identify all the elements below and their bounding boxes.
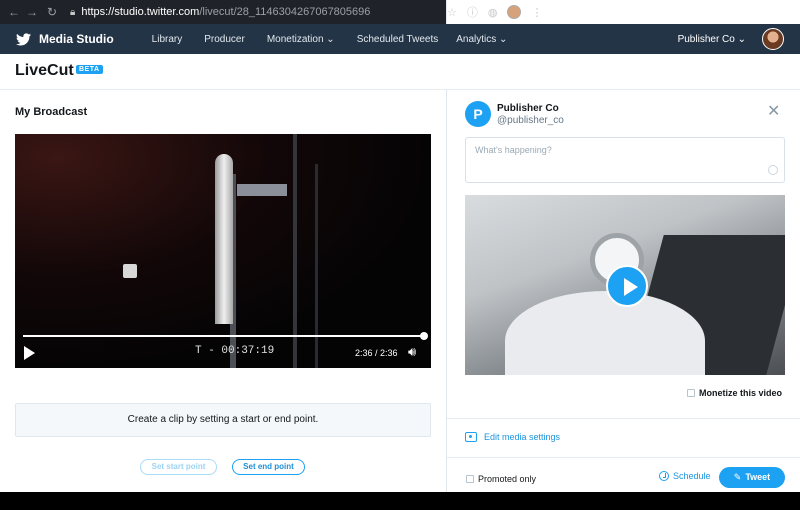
divider — [447, 418, 800, 419]
video-scrubber[interactable] — [23, 335, 425, 337]
edit-media-settings-link[interactable]: Edit media settings — [465, 432, 560, 442]
extension-icon[interactable]: ⓘ — [467, 4, 478, 20]
tweet-composer: P Publisher Co @publisher_co ✕ What's ha… — [446, 90, 800, 492]
address-bar[interactable]: https://studio.twitter.com/livecut/28_11… — [81, 6, 370, 18]
monetize-label: Monetize this video — [699, 388, 783, 398]
promoted-only-checkbox[interactable] — [466, 475, 474, 483]
publisher-name: Publisher Co — [497, 103, 559, 114]
media-preview[interactable] — [465, 195, 785, 375]
divider — [447, 457, 800, 458]
edit-media-label: Edit media settings — [484, 432, 561, 442]
scrubber-handle[interactable] — [420, 332, 428, 340]
nav-producer[interactable]: Producer — [204, 34, 245, 45]
profile-icon[interactable] — [507, 5, 522, 19]
launch-mast — [315, 164, 318, 368]
media-settings-icon — [465, 432, 477, 442]
url-path: /livecut/28_1146304267067805696 — [199, 6, 371, 18]
set-end-point-button[interactable]: Set end point — [232, 459, 305, 475]
close-icon[interactable]: ✕ — [767, 104, 780, 120]
promoted-only-row[interactable]: Promoted only — [466, 474, 536, 484]
twitter-bird-icon[interactable] — [16, 32, 31, 46]
tweet-button[interactable]: ✎ Tweet — [719, 467, 785, 488]
monetize-checkbox[interactable] — [687, 389, 695, 397]
lock-icon: 🔒︎ — [70, 6, 76, 18]
monetize-checkbox-row[interactable]: Monetize this video — [687, 388, 782, 398]
promoted-only-label: Promoted only — [478, 474, 537, 484]
clip-hint: Create a clip by setting a start or end … — [15, 403, 431, 437]
app-navbar: Media Studio Library Producer Monetizati… — [0, 24, 800, 54]
page-title: LiveCut — [15, 62, 74, 79]
launch-mast — [293, 134, 297, 368]
back-icon[interactable]: ← — [6, 5, 22, 19]
character-counter-icon — [768, 165, 778, 175]
tweet-text-input[interactable]: What's happening? — [465, 137, 785, 183]
video-player[interactable]: T - 00:37:19 2:36 / 2:36 🔊︎ — [15, 134, 431, 368]
shield-icon[interactable]: ◍ — [488, 6, 498, 19]
screen-bottom-bar — [0, 492, 800, 510]
schedule-button[interactable]: Schedule — [659, 471, 711, 481]
crew-arm — [237, 184, 287, 196]
rocket — [215, 154, 233, 324]
quill-icon: ✎ — [733, 472, 742, 482]
floodlight — [123, 264, 137, 278]
nav-links: Library Producer Monetization ⌄ Schedule… — [152, 34, 508, 45]
forward-icon[interactable]: → — [24, 5, 40, 19]
clock-icon — [659, 471, 669, 481]
nav-library[interactable]: Library — [152, 34, 183, 45]
publisher-avatar: P — [465, 101, 491, 127]
url-host: https://studio.twitter.com — [81, 6, 200, 18]
app-brand[interactable]: Media Studio — [39, 32, 114, 46]
account-menu[interactable]: Publisher Co ⌄ — [678, 24, 746, 54]
media-play-icon[interactable] — [606, 265, 648, 307]
star-icon[interactable]: ☆ — [447, 6, 457, 19]
beta-badge: BETA — [76, 65, 103, 74]
broadcast-heading: My Broadcast — [15, 106, 88, 118]
set-start-point-button[interactable]: Set start point — [140, 459, 217, 475]
countdown-overlay: T - 00:37:19 — [195, 345, 275, 357]
schedule-label: Schedule — [673, 471, 711, 481]
video-time: 2:36 / 2:36 — [355, 348, 398, 358]
page-header: LiveCut BETA — [0, 54, 800, 90]
browser-toolbar: ← → ↻ 🔒︎ https://studio.twitter.com/live… — [0, 0, 800, 24]
menu-icon[interactable]: ⋮ — [531, 6, 542, 19]
play-icon[interactable] — [24, 346, 35, 360]
nav-monetization[interactable]: Monetization ⌄ — [267, 34, 335, 45]
nav-analytics[interactable]: Analytics ⌄ — [456, 34, 507, 45]
tweet-label: Tweet — [745, 472, 771, 482]
browser-actions: ☆ ⓘ ◍ ⋮ — [446, 0, 800, 24]
nav-scheduled-tweets[interactable]: Scheduled Tweets — [357, 34, 439, 45]
tweet-placeholder: What's happening? — [475, 145, 552, 155]
account-avatar[interactable] — [762, 28, 784, 50]
broadcast-panel: My Broadcast T - 00:37:19 2:36 / 2:36 🔊︎… — [0, 90, 446, 492]
reload-icon[interactable]: ↻ — [44, 5, 60, 19]
volume-icon[interactable]: 🔊︎ — [408, 344, 416, 360]
publisher-handle: @publisher_co — [497, 115, 564, 126]
